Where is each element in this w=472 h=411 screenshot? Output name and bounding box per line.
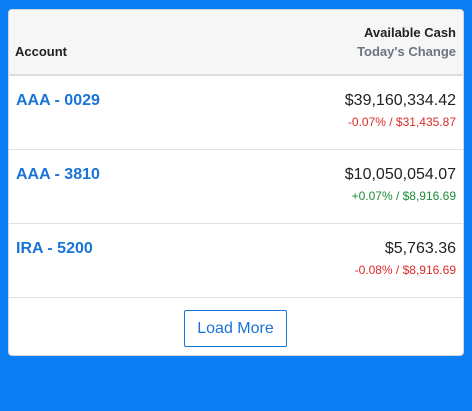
- account-row: AAA - 3810 $10,050,054.07 +0.07% / $8,91…: [9, 150, 463, 224]
- account-change: -0.08% / $8,916.69: [354, 263, 456, 277]
- account-column-header: Account: [15, 44, 67, 59]
- accounts-card: Account Available Cash Today's Change AA…: [8, 9, 464, 356]
- account-balance: $5,763.36: [384, 240, 456, 257]
- table-header: Account Available Cash Today's Change: [9, 10, 463, 76]
- account-link[interactable]: AAA - 0029: [16, 92, 100, 110]
- account-link[interactable]: AAA - 3810: [16, 166, 100, 184]
- account-link[interactable]: IRA - 5200: [16, 240, 93, 258]
- account-row: IRA - 5200 $5,763.36 -0.08% / $8,916.69: [9, 224, 463, 298]
- account-change: +0.07% / $8,916.69: [351, 189, 456, 203]
- load-more-button[interactable]: Load More: [184, 310, 287, 347]
- todays-change-column-header: Today's Change: [357, 44, 456, 59]
- account-row: AAA - 0029 $39,160,334.42 -0.07% / $31,4…: [9, 76, 463, 150]
- account-balance: $39,160,334.42: [344, 92, 456, 109]
- account-balance: $10,050,054.07: [344, 166, 456, 183]
- table-footer: Load More: [9, 298, 463, 355]
- available-cash-column-header: Available Cash: [363, 25, 456, 40]
- account-change: -0.07% / $31,435.87: [347, 115, 456, 129]
